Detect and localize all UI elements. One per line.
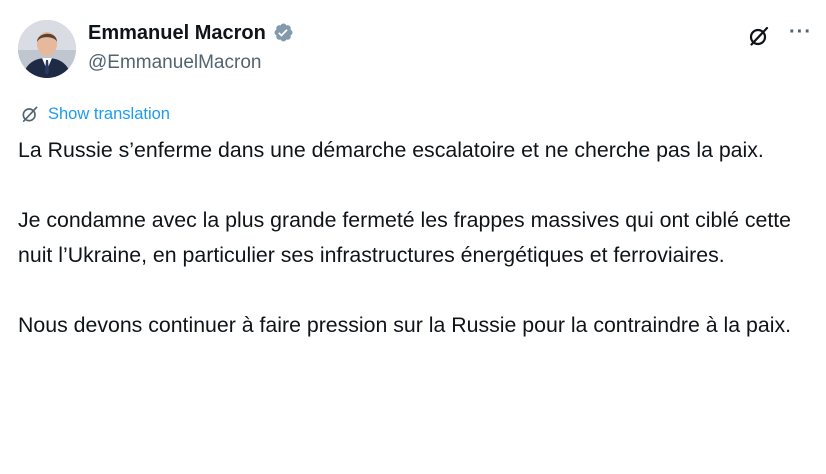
show-translation-row[interactable]: Show translation <box>20 104 170 124</box>
tweet-paragraph: Nous devons continuer à faire pression s… <box>18 313 792 337</box>
show-translation-link[interactable]: Show translation <box>48 105 170 124</box>
tweet-paragraph: Je condamne avec la plus grande fermeté … <box>18 208 792 267</box>
translate-globe-icon <box>22 106 38 122</box>
avatar-photo <box>18 20 76 78</box>
more-horizontal-icon[interactable]: ··· <box>789 22 812 42</box>
name-row: Emmanuel Macron <box>88 22 294 43</box>
tweet-top-actions: ··· <box>747 22 812 48</box>
verified-badge-icon[interactable] <box>273 22 294 43</box>
tweet-paragraph: La Russie s’enferme dans une démarche es… <box>18 138 764 162</box>
user-handle[interactable]: @EmmanuelMacron <box>88 53 294 72</box>
tweet-card: Emmanuel Macron @EmmanuelMacron ··· Show… <box>0 0 826 474</box>
grok-slash-circle-icon[interactable] <box>747 24 771 48</box>
avatar[interactable] <box>18 20 76 78</box>
tweet-text: La Russie s’enferme dans une démarche es… <box>18 133 818 343</box>
display-name[interactable]: Emmanuel Macron <box>88 23 266 43</box>
author-block: Emmanuel Macron @EmmanuelMacron <box>88 22 294 72</box>
